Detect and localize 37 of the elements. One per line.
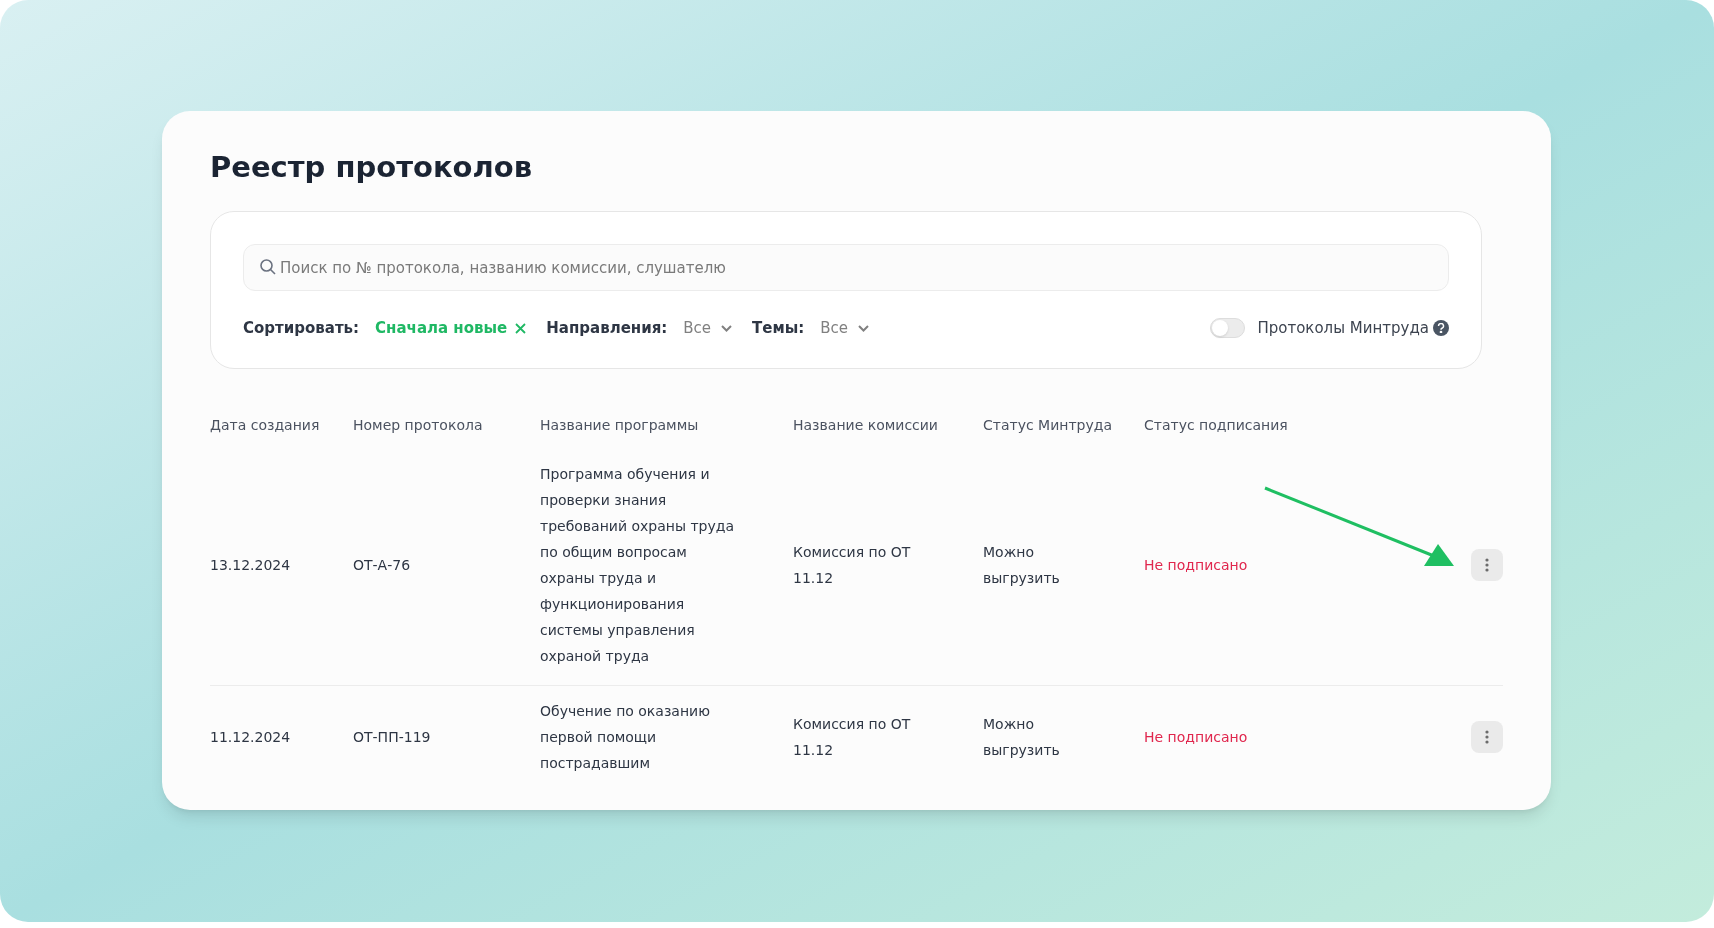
protocol-number-cell: ОТ-А-76 <box>353 556 411 573</box>
column-header: Статус Минтруда <box>983 416 1112 433</box>
commission-cell-text: Комиссия по ОТ 11.12 <box>793 542 912 588</box>
column-header: Название программы <box>540 416 699 433</box>
search-icon <box>259 258 277 276</box>
close-icon <box>515 322 527 334</box>
sort-label: Сортировать: <box>243 318 360 339</box>
mintrud-status-cell-text: Можно выгрузить <box>983 542 1061 588</box>
topics-dropdown[interactable]: Все <box>820 317 870 340</box>
column-header: Дата создания <box>210 416 320 433</box>
topics-label: Темы: <box>752 318 805 339</box>
mintrud-status-cell-text: Можно выгрузить <box>983 714 1061 760</box>
help-icon[interactable] <box>1433 320 1449 337</box>
date-cell: 13.12.2024 <box>210 556 291 573</box>
program-name-cell-text: Обучение по оказанию первой помощи пострадавшим <box>540 701 711 773</box>
commission-cell-text: Комиссия по ОТ 11.12 <box>793 714 912 760</box>
more-options-button[interactable] <box>1471 720 1503 753</box>
chevron-down-icon <box>858 324 870 332</box>
column-header: Название комиссии <box>793 416 938 433</box>
page-title: Реестр протоколов <box>210 149 534 186</box>
directions-dropdown[interactable]: Все <box>683 317 733 340</box>
more-options-button[interactable] <box>1471 548 1503 581</box>
vertical-dots-icon <box>1485 557 1489 572</box>
signing-status-cell: Не подписано <box>1144 556 1248 573</box>
column-header: Номер протокола <box>353 416 483 433</box>
toggle-label: Протоколы Минтруда <box>1257 318 1429 339</box>
protocol-number-cell: ОТ-ПП-119 <box>353 728 431 745</box>
vertical-dots-icon <box>1485 729 1489 744</box>
chevron-down-icon <box>721 324 733 332</box>
search-field[interactable]: Поиск по № протокола, названию комиссии, слушателю <box>243 244 1449 291</box>
signing-status-cell: Не подписано <box>1144 728 1248 745</box>
program-name-cell-text: Программа обучения и проверки знания требований охраны труда по общим вопросам охраны труда и функционирования системы управления охраной труда <box>540 464 736 666</box>
sort-chip[interactable]: Сначала новые <box>375 317 527 340</box>
column-header: Статус подписания <box>1144 416 1288 433</box>
date-cell: 11.12.2024 <box>210 728 291 745</box>
directions-label: Направления: <box>546 318 668 339</box>
toggle-switch[interactable] <box>1210 318 1246 339</box>
